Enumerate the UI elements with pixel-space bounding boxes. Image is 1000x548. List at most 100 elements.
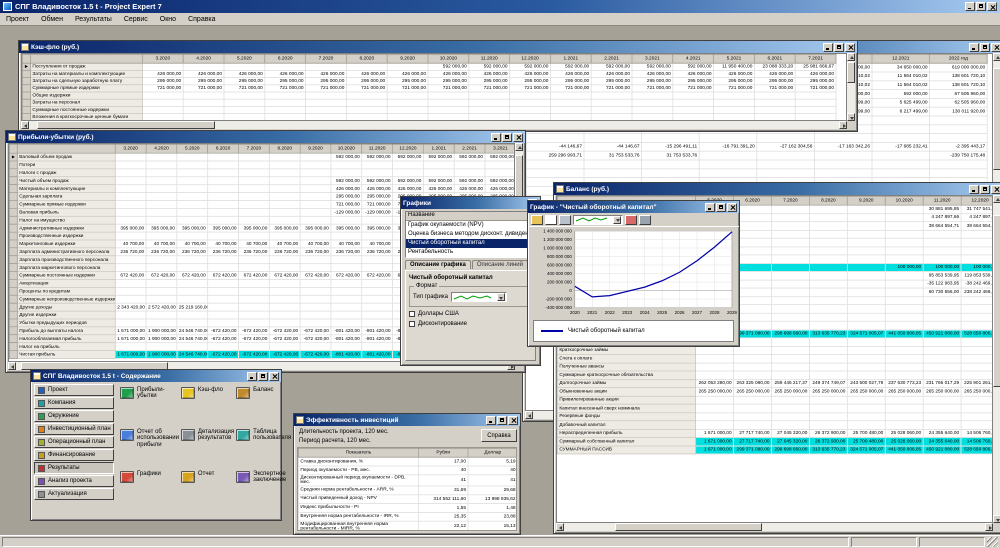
- cell[interactable]: [428, 114, 469, 121]
- cell[interactable]: [961, 255, 993, 263]
- cell[interactable]: [177, 153, 208, 161]
- cell[interactable]: 11 950 400,00: [714, 63, 755, 70]
- cell[interactable]: [269, 161, 300, 169]
- cell[interactable]: 1 671 000,00: [115, 335, 146, 343]
- cell[interactable]: 25 028 060,00: [885, 429, 923, 437]
- cell[interactable]: [331, 319, 362, 327]
- cell[interactable]: [771, 288, 809, 296]
- cell[interactable]: [115, 343, 146, 351]
- menu-item-2[interactable]: Результаты: [69, 15, 118, 24]
- cell[interactable]: 27 045 320,00: [771, 429, 809, 437]
- cell[interactable]: [146, 295, 177, 303]
- cell[interactable]: 40: [468, 466, 517, 475]
- cell[interactable]: 25 700 480,00: [847, 437, 885, 445]
- scroll-down-arrow[interactable]: [993, 515, 1000, 523]
- cell[interactable]: 426 000,00: [754, 70, 795, 77]
- cell[interactable]: [526, 169, 584, 178]
- cell[interactable]: [346, 92, 387, 99]
- cell[interactable]: 528 650 806,05: [961, 446, 993, 454]
- cell[interactable]: 295 000,00: [362, 193, 393, 201]
- contents-maximize-button[interactable]: [258, 372, 268, 381]
- chevron-down-icon[interactable]: [613, 216, 621, 224]
- cell[interactable]: 672 420,00: [362, 272, 393, 280]
- cell[interactable]: [696, 346, 734, 354]
- cell[interactable]: 721 000,00: [428, 85, 469, 92]
- cell[interactable]: [269, 264, 300, 272]
- cell[interactable]: [362, 216, 393, 224]
- cell[interactable]: -672 420,00: [208, 351, 239, 359]
- cell[interactable]: [208, 208, 239, 216]
- cell[interactable]: 100 000,00: [961, 263, 993, 271]
- cell[interactable]: [809, 313, 847, 321]
- column-header[interactable]: 6.2020: [208, 144, 239, 153]
- cell[interactable]: [699, 134, 757, 143]
- cell[interactable]: 324 571 005,07: [847, 446, 885, 454]
- cell[interactable]: 721 000,00: [265, 85, 306, 92]
- cell[interactable]: 592 000,00: [393, 177, 424, 185]
- cell[interactable]: [208, 161, 239, 169]
- cell[interactable]: [208, 264, 239, 272]
- cell[interactable]: [183, 114, 224, 121]
- cell[interactable]: 40 700,00: [238, 240, 269, 248]
- cell[interactable]: [300, 279, 331, 287]
- cell[interactable]: [238, 287, 269, 295]
- cell[interactable]: [269, 232, 300, 240]
- menu-item-5[interactable]: Справка: [182, 15, 221, 24]
- cell[interactable]: -801 420,00: [331, 327, 362, 335]
- cell[interactable]: [238, 232, 269, 240]
- cell[interactable]: [208, 216, 239, 224]
- cell[interactable]: [331, 279, 362, 287]
- cell[interactable]: [930, 134, 988, 143]
- cell[interactable]: 138 601 720,10: [930, 81, 988, 90]
- cell[interactable]: [734, 363, 772, 371]
- cell[interactable]: [115, 279, 146, 287]
- contents-item[interactable]: Таблица пользователя: [235, 427, 292, 469]
- cell[interactable]: [269, 153, 300, 161]
- cell[interactable]: 721 000,00: [510, 85, 551, 92]
- cell[interactable]: [754, 99, 795, 106]
- cell[interactable]: 395 000,00: [208, 224, 239, 232]
- cell[interactable]: [177, 161, 208, 169]
- cell[interactable]: [809, 288, 847, 296]
- cell[interactable]: 295 000,00: [265, 78, 306, 85]
- cell[interactable]: [961, 247, 993, 255]
- contents-item[interactable]: Экспертное заключение: [235, 469, 292, 511]
- cell[interactable]: [208, 169, 239, 177]
- cell[interactable]: [847, 222, 885, 230]
- cell[interactable]: 38 664 554,71: [961, 222, 993, 230]
- cell[interactable]: [269, 295, 300, 303]
- cell[interactable]: [265, 63, 306, 70]
- cell[interactable]: 426 000,00: [673, 70, 714, 77]
- cell[interactable]: 4 247 897,66: [961, 213, 993, 221]
- cell[interactable]: [584, 169, 642, 178]
- scroll-track[interactable]: [993, 203, 1000, 515]
- cell[interactable]: [699, 151, 757, 160]
- cell[interactable]: [238, 161, 269, 169]
- cell[interactable]: [115, 169, 146, 177]
- cell[interactable]: 265 250 000,00: [696, 388, 734, 396]
- cell[interactable]: 314 552 111,60: [418, 494, 468, 503]
- cell[interactable]: [300, 177, 331, 185]
- open-icon[interactable]: [531, 215, 543, 225]
- cell[interactable]: 592 000,00: [673, 63, 714, 70]
- cell[interactable]: 2 572 420,00: [146, 303, 177, 311]
- scroll-up-arrow[interactable]: [515, 143, 523, 151]
- cell[interactable]: [961, 321, 993, 329]
- cell[interactable]: [300, 319, 331, 327]
- cell[interactable]: 426 000,00: [485, 185, 515, 193]
- cell[interactable]: [809, 354, 847, 362]
- cell[interactable]: 119 853 539,95: [961, 271, 993, 279]
- cell[interactable]: 31 753 533,76: [584, 151, 642, 160]
- cell[interactable]: [591, 106, 632, 113]
- cell[interactable]: [771, 238, 809, 246]
- column-header[interactable]: 11.2020: [362, 144, 393, 153]
- cell[interactable]: [696, 404, 734, 412]
- column-header[interactable]: 12.2020: [510, 54, 551, 63]
- cell[interactable]: [771, 280, 809, 288]
- cell[interactable]: [771, 213, 809, 221]
- section-button-0[interactable]: Проект: [34, 384, 114, 396]
- cell[interactable]: 29,68: [468, 486, 517, 495]
- column-header[interactable]: 7.2020: [238, 144, 269, 153]
- cell[interactable]: [734, 354, 772, 362]
- cell[interactable]: [300, 311, 331, 319]
